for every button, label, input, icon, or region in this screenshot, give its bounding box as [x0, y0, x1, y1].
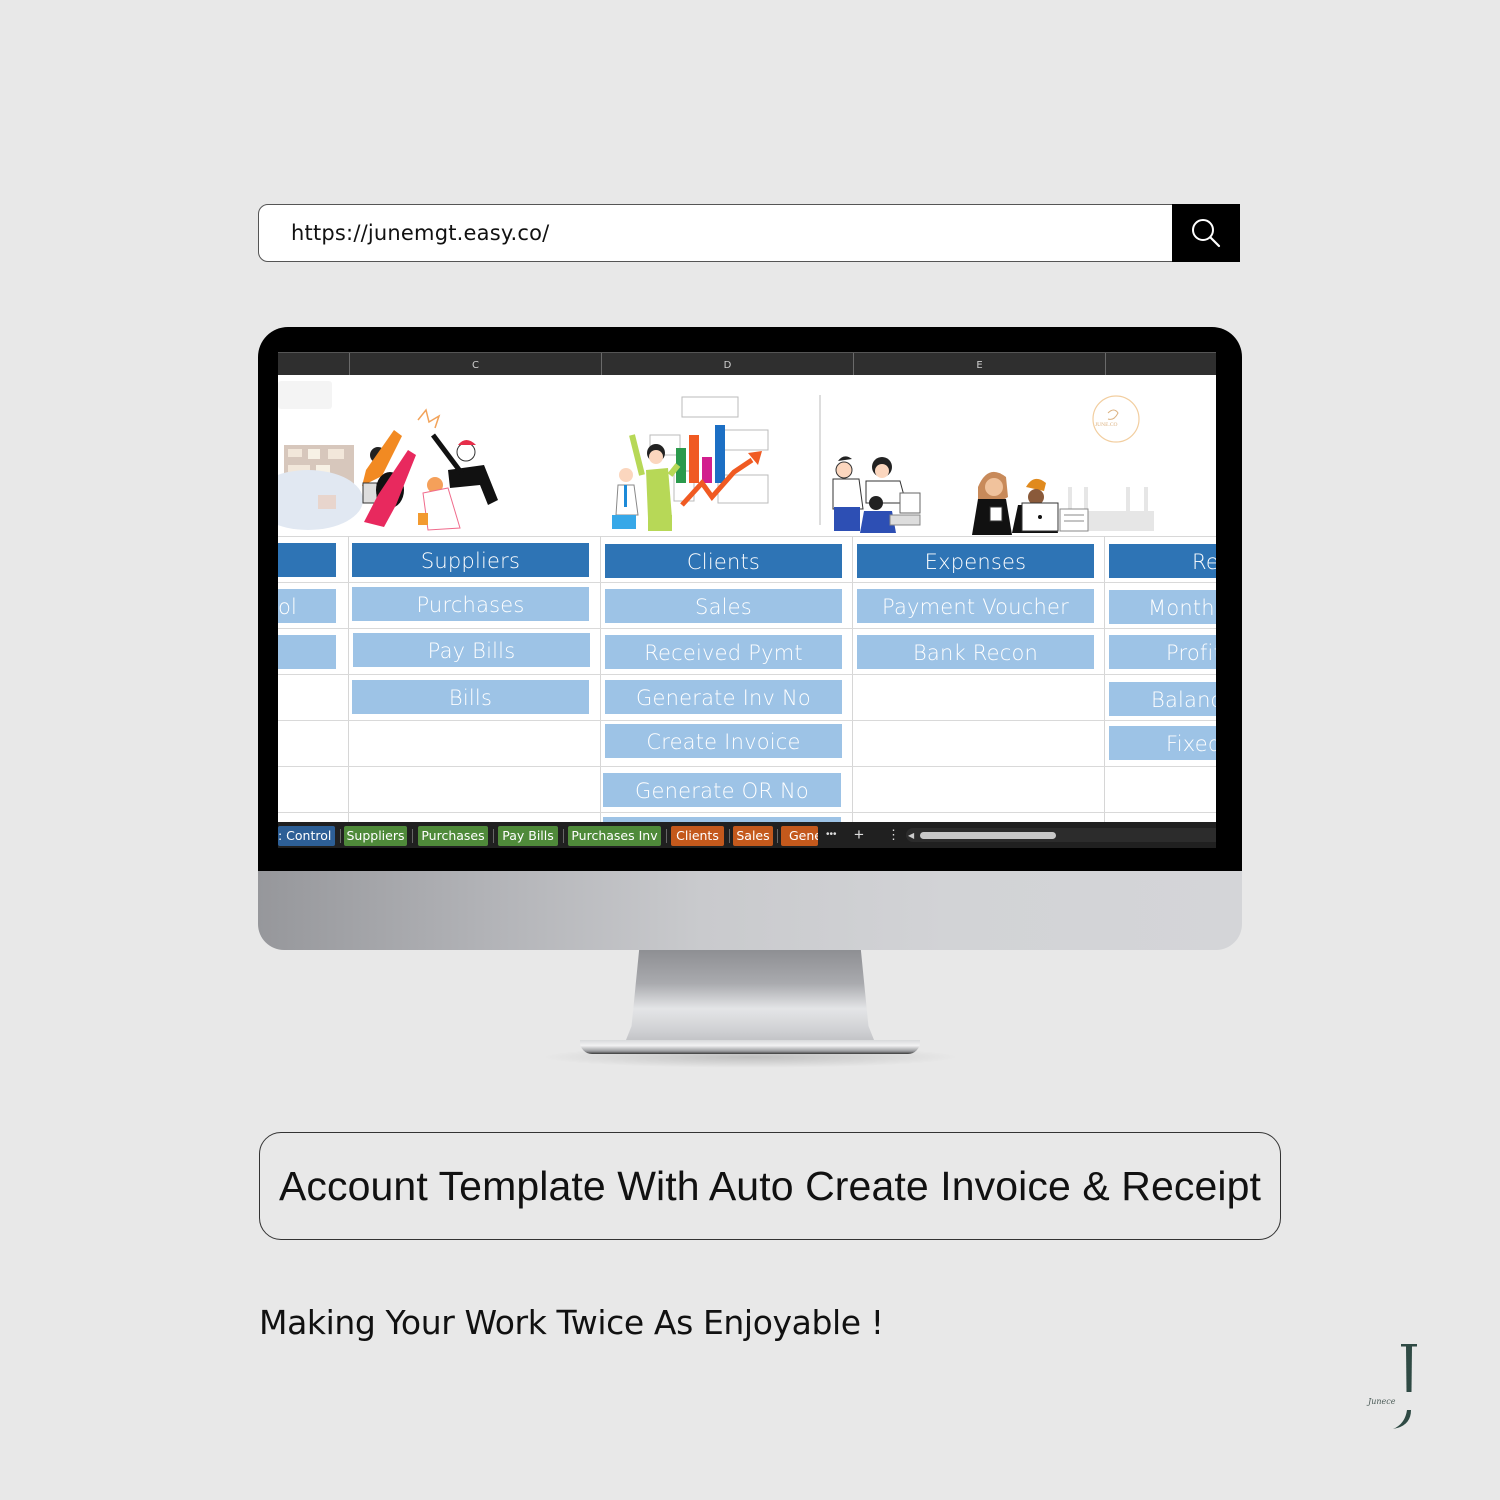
tagline: Making Your Work Twice As Enjoyable !: [259, 1303, 884, 1342]
team-illustrations: JUNE.CO: [278, 381, 1154, 535]
june-co-logo: JUNE.CO: [1092, 395, 1140, 443]
column-header[interactable]: [1105, 353, 1216, 375]
menu-item-received-pymt[interactable]: Received Pymt: [605, 635, 842, 669]
menu-item-control[interactable]: ol: [278, 589, 336, 623]
menu-grid: ol Suppliers Purchases Pay Bills Bills C…: [278, 536, 1216, 823]
menu-item-profit[interactable]: Profit: [1109, 635, 1216, 669]
sheet-tab-purchases[interactable]: Purchases: [418, 826, 488, 846]
column-header[interactable]: [278, 353, 349, 375]
menu-item-generate-or-no[interactable]: Generate OR No: [603, 773, 841, 807]
sheet-tab-purchases-inv[interactable]: Purchases Inv: [568, 826, 661, 846]
sheet-tab-bar: : Control Suppliers Purchases Pay Bills …: [278, 822, 1216, 848]
menu-item-generate-inv-no[interactable]: Generate Inv No: [605, 680, 842, 714]
menu-header-control[interactable]: [278, 543, 336, 577]
menu-header-expenses[interactable]: Expenses: [857, 544, 1094, 578]
sheet-tab-control[interactable]: : Control: [278, 826, 335, 846]
menu-item-purchases[interactable]: Purchases: [352, 587, 589, 621]
menu-header-suppliers[interactable]: Suppliers: [352, 543, 589, 577]
monitor-chin: [258, 871, 1242, 950]
illustration-banner: JUNE.CO: [278, 375, 1216, 537]
menu-item-create-invoice[interactable]: Create Invoice: [605, 724, 842, 758]
menu-item[interactable]: [278, 635, 336, 669]
column-header-d[interactable]: D: [601, 353, 853, 375]
url-input[interactable]: https://junemgt.easy.co/: [291, 205, 549, 261]
menu-item-balance[interactable]: Balanc: [1109, 682, 1216, 716]
sheet-tab-sales[interactable]: Sales: [733, 826, 773, 846]
sheet-tab-suppliers[interactable]: Suppliers: [344, 826, 407, 846]
high-five-team-illustration: [362, 408, 498, 531]
product-title: Account Template With Auto Create Invoic…: [278, 1162, 1261, 1209]
menu-item-payment-voucher[interactable]: Payment Voucher: [857, 589, 1094, 623]
scroll-left-icon[interactable]: ◀: [908, 826, 914, 846]
brand-logo-icon: Junece: [1366, 1344, 1417, 1429]
sheet-tab-clients[interactable]: Clients: [671, 826, 724, 846]
column-header-c[interactable]: C: [349, 353, 601, 375]
sheet-options-icon[interactable]: ⋮: [887, 825, 900, 845]
monitor-stand-base: [580, 1040, 920, 1054]
office-board-illustration: [278, 381, 363, 530]
svg-text:JUNE.CO: JUNE.CO: [1095, 422, 1117, 428]
menu-item-bills[interactable]: Bills: [352, 680, 589, 714]
office-team-illustration: [819, 395, 921, 533]
sheet-tab-pay-bills[interactable]: Pay Bills: [498, 826, 558, 846]
url-bar[interactable]: https://junemgt.easy.co/: [258, 204, 1240, 262]
spreadsheet-screen: C D E JUNE.CO ol Suppliers Purchases Pay…: [278, 352, 1216, 848]
column-header-bar: C D E: [278, 352, 1216, 375]
menu-item-fixed[interactable]: Fixed: [1109, 726, 1216, 760]
laptop-team-illustration: [972, 471, 1154, 535]
column-header-e[interactable]: E: [853, 353, 1105, 375]
brand-signature: Junece: [1366, 1397, 1396, 1406]
menu-header-reports[interactable]: Re: [1109, 544, 1216, 578]
scrollbar-thumb[interactable]: [920, 832, 1056, 839]
monitor-stand: [624, 950, 876, 1045]
growth-chart-illustration: [612, 396, 769, 531]
menu-item-bank-recon[interactable]: Bank Recon: [857, 635, 1094, 669]
menu-item-pay-bills[interactable]: Pay Bills: [353, 633, 590, 667]
product-title-box: Account Template With Auto Create Invoic…: [259, 1132, 1281, 1240]
menu-header-clients[interactable]: Clients: [605, 544, 842, 578]
search-icon: [1192, 219, 1221, 248]
more-tabs-icon[interactable]: •••: [826, 825, 837, 845]
search-button[interactable]: [1172, 204, 1240, 262]
menu-item-monthly[interactable]: Month: [1109, 590, 1216, 624]
add-sheet-icon[interactable]: +: [854, 825, 864, 845]
menu-item-sales[interactable]: Sales: [605, 589, 842, 623]
sheet-tab-generate[interactable]: Gene: [781, 826, 818, 846]
